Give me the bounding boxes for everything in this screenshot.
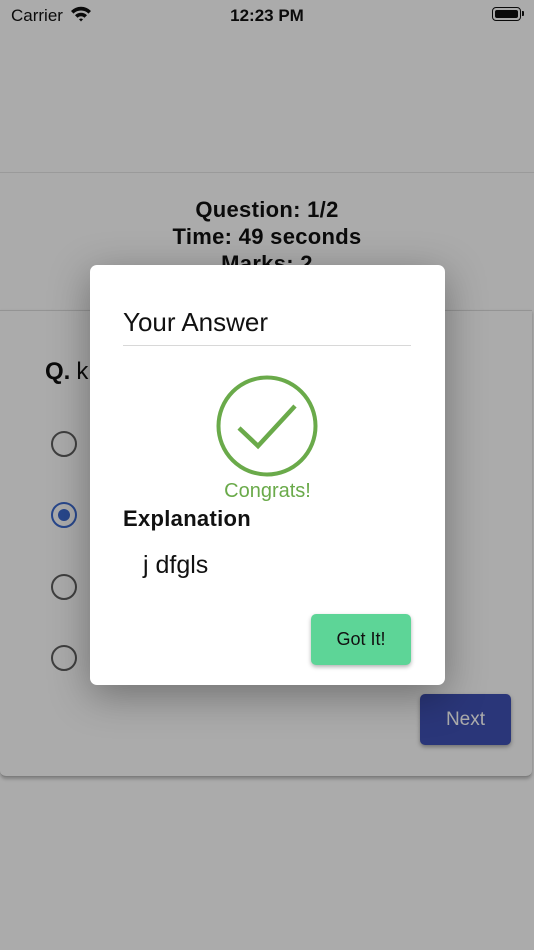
- result-text: Congrats!: [224, 480, 311, 502]
- answer-dialog: Your Answer Congrats! Explanation j dfgl…: [90, 265, 445, 685]
- got-it-button[interactable]: Got It!: [311, 614, 411, 665]
- dialog-divider: [123, 345, 411, 346]
- explanation-heading: Explanation: [123, 506, 251, 531]
- explanation-text: j dfgls: [143, 551, 209, 579]
- check-circle-icon: [215, 374, 319, 478]
- dialog-title: Your Answer: [123, 307, 269, 337]
